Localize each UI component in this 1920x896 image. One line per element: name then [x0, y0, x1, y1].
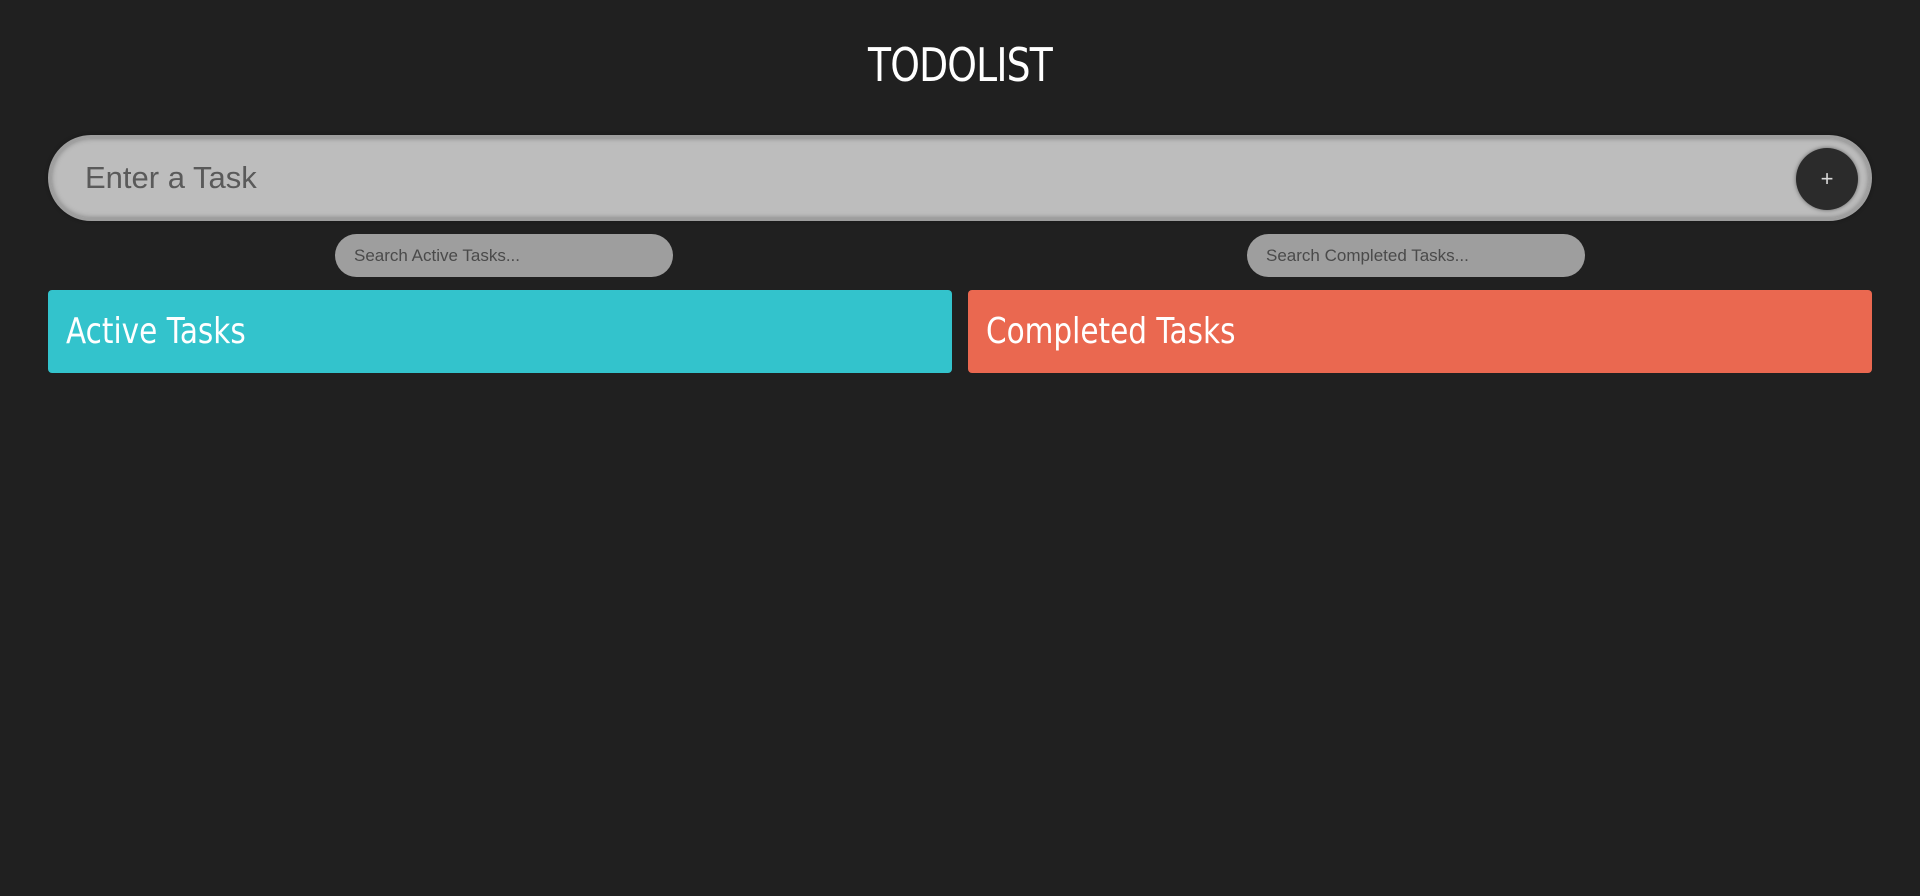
search-active-tasks-input[interactable] — [335, 234, 673, 277]
completed-tasks-panel: Completed Tasks — [968, 290, 1872, 373]
completed-tasks-heading: Completed Tasks — [986, 311, 1236, 352]
active-tasks-panel: Active Tasks — [48, 290, 952, 373]
page-title: TODOLIST — [867, 38, 1053, 92]
plus-icon: + — [1820, 166, 1834, 191]
search-completed-tasks-input[interactable] — [1247, 234, 1585, 277]
task-input-container: + — [48, 135, 1872, 221]
active-tasks-heading: Active Tasks — [66, 311, 246, 352]
add-task-button[interactable]: + — [1796, 148, 1858, 210]
todo-app: TODOLIST + Active Tasks Completed Tasks — [0, 0, 1920, 896]
task-input[interactable] — [85, 138, 1785, 218]
